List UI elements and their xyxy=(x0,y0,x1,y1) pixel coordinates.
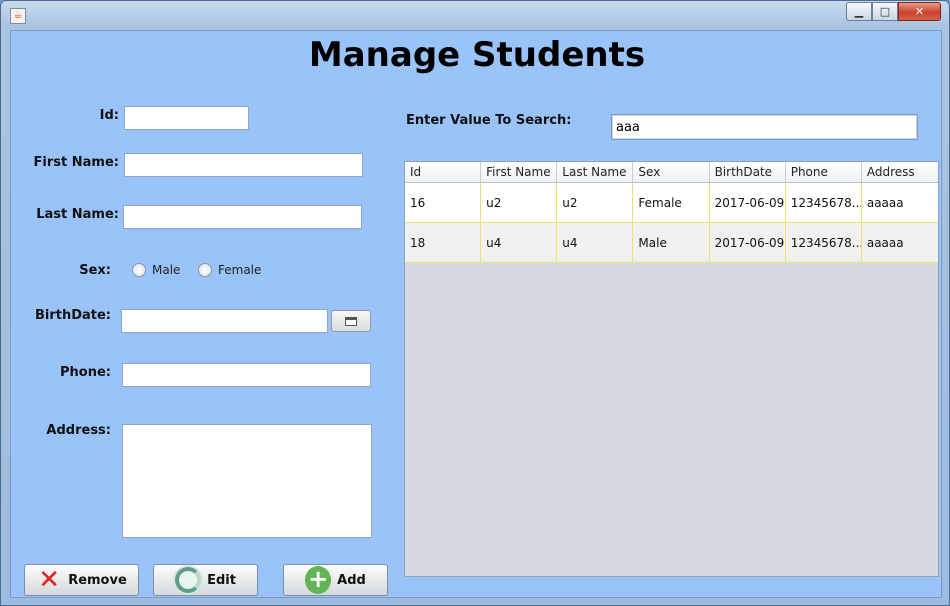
table-cell: Female xyxy=(633,183,710,222)
radio-male[interactable]: Male xyxy=(132,263,180,277)
birthdate-label: BirthDate: xyxy=(34,308,111,323)
window-controls: ▁ □ ✕ xyxy=(846,2,941,21)
page-title: Manage Students xyxy=(308,35,646,75)
table-cell: 18 xyxy=(405,223,482,262)
table-cell: aaaaa xyxy=(866,235,904,250)
students-table: Id First Name Last Name Sex BirthDate Ph… xyxy=(404,161,939,577)
minimize-icon[interactable]: ▁ xyxy=(846,2,872,21)
table-cell: u2 xyxy=(557,183,634,222)
main-panel: Manage Students Id: First Name: Last Nam… xyxy=(10,30,942,598)
id-input[interactable] xyxy=(125,107,248,130)
column-header-last-name[interactable]: Last Name xyxy=(557,162,634,182)
table-cell: 2017-06-09 xyxy=(710,223,786,262)
birthdate-input[interactable] xyxy=(122,310,327,333)
table-row[interactable]: 16 u2 u2 Female 2017-06-09 12345678... a… xyxy=(405,183,938,223)
table-cell: u2 xyxy=(481,183,558,222)
table-row[interactable]: 18 u4 u4 Male 2017-06-09 12345678... aaa… xyxy=(405,223,938,263)
column-header-id[interactable]: Id xyxy=(405,162,482,182)
title-bar[interactable]: ☕ ▁ □ ✕ xyxy=(1,1,949,29)
calendar-icon xyxy=(345,316,357,326)
search-input[interactable] xyxy=(612,115,917,139)
app-window: ☕ ▁ □ ✕ Manage Students Id: First Name: … xyxy=(0,0,950,606)
phone-input[interactable] xyxy=(123,364,370,387)
column-header-phone[interactable]: Phone xyxy=(786,162,862,182)
remove-button-label: Remove xyxy=(68,572,127,588)
id-label: Id: xyxy=(99,108,119,123)
add-button-label: Add xyxy=(337,572,366,588)
java-app-icon: ☕ xyxy=(10,8,26,24)
last-name-field[interactable] xyxy=(123,205,362,229)
first-name-field[interactable] xyxy=(124,153,363,177)
table-cell: 16 xyxy=(405,183,482,222)
id-field[interactable] xyxy=(124,106,249,130)
column-header-sex[interactable]: Sex xyxy=(633,162,710,182)
table-cell: 2017-06-09 xyxy=(710,183,786,222)
address-label: Address: xyxy=(46,423,111,438)
maximize-icon[interactable]: □ xyxy=(872,2,898,21)
column-header-first-name[interactable]: First Name xyxy=(481,162,558,182)
search-label: Enter Value To Search: xyxy=(406,113,572,128)
calendar-button[interactable] xyxy=(331,310,371,332)
radio-female-label: Female xyxy=(218,263,262,277)
column-header-address[interactable]: Address xyxy=(862,162,938,182)
remove-button[interactable]: ✕ Remove xyxy=(24,564,139,596)
column-header-birthdate[interactable]: BirthDate xyxy=(710,162,786,182)
table-cell: u4 xyxy=(557,223,634,262)
edit-button[interactable]: Edit xyxy=(153,564,258,596)
first-name-label: First Name: xyxy=(33,155,119,170)
last-name-label: Last Name: xyxy=(36,207,119,222)
add-button[interactable]: + Add xyxy=(283,564,388,596)
add-plus-icon: + xyxy=(305,566,332,594)
search-field[interactable] xyxy=(611,114,918,140)
table-cell: 12345678... xyxy=(786,223,862,262)
refresh-icon xyxy=(175,567,202,593)
radio-female[interactable]: Female xyxy=(198,263,261,277)
edit-button-label: Edit xyxy=(207,572,236,588)
radio-male-circle[interactable] xyxy=(132,263,146,277)
table-cell: 12345678... xyxy=(786,183,862,222)
table-header: Id First Name Last Name Sex BirthDate Ph… xyxy=(405,162,938,183)
table-cell: u4 xyxy=(481,223,558,262)
radio-male-label: Male xyxy=(152,263,181,277)
table-cell: aaaaa xyxy=(866,195,904,210)
phone-label: Phone: xyxy=(60,365,111,380)
radio-female-circle[interactable] xyxy=(198,263,212,277)
close-icon[interactable]: ✕ xyxy=(898,2,941,21)
table-cell: Male xyxy=(633,223,710,262)
sex-label: Sex: xyxy=(79,263,111,278)
birthdate-field[interactable] xyxy=(121,309,328,333)
remove-x-icon: ✕ xyxy=(38,565,61,595)
last-name-input[interactable] xyxy=(124,206,361,229)
phone-field[interactable] xyxy=(122,363,371,387)
first-name-input[interactable] xyxy=(125,154,362,177)
address-textarea[interactable] xyxy=(122,424,372,538)
